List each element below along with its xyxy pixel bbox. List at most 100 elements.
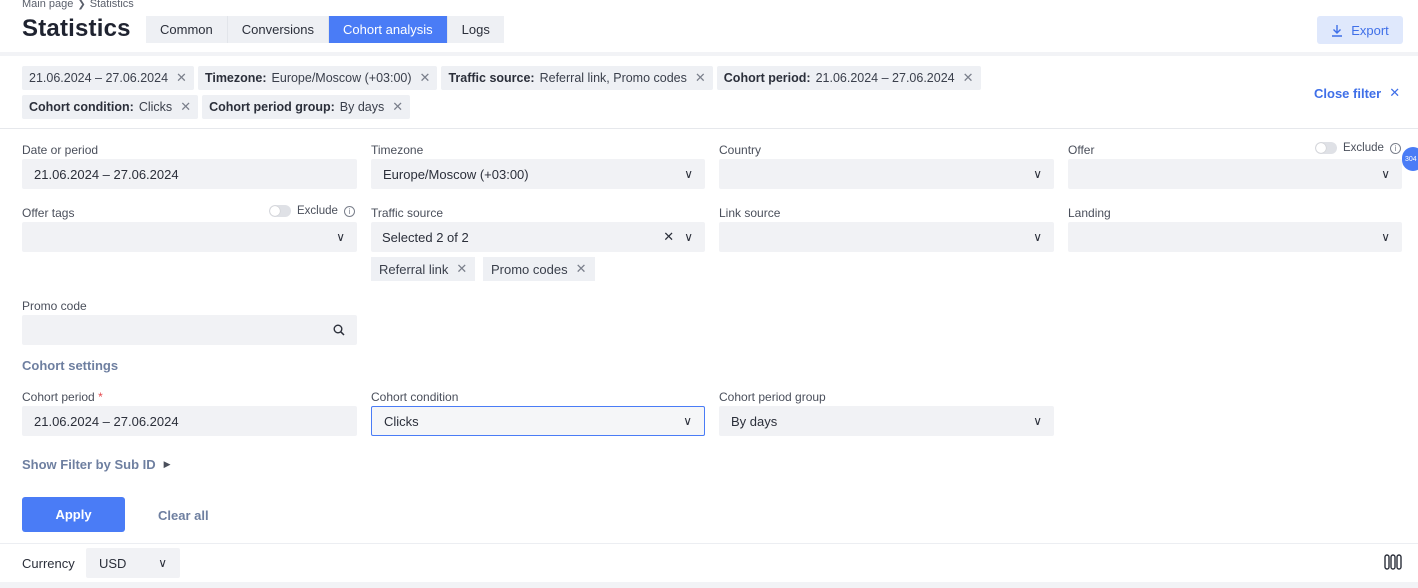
export-button[interactable]: Export <box>1317 16 1403 44</box>
close-icon[interactable]: ✕ <box>420 70 431 86</box>
bottom-divider <box>0 543 1418 544</box>
tag-label: Promo codes <box>491 261 568 277</box>
timezone-label: Timezone <box>371 143 424 157</box>
promo-code-label: Promo code <box>22 299 87 313</box>
chip-traffic-source-value: Referral link, Promo codes <box>539 71 687 85</box>
exclude-label: Exclude <box>297 205 338 217</box>
chip-timezone-key: Timezone: <box>204 71 267 85</box>
traffic-source-select[interactable]: Selected 2 of 2 ✕ ∨ <box>371 222 705 252</box>
tag-label: Referral link <box>379 261 449 277</box>
breadcrumb: Main page ❯ Statistics <box>22 0 134 10</box>
chip-cohort-period-group: Cohort period group: By days ✕ <box>202 95 411 119</box>
chevron-down-icon: ∨ <box>1381 167 1390 181</box>
close-icon[interactable]: ✕ <box>963 70 974 86</box>
show-filter-sub-id-label: Show Filter by Sub ID <box>22 457 156 472</box>
page-title: Statistics <box>22 15 131 42</box>
filter-divider <box>0 128 1418 129</box>
cohort-period-group-label: Cohort period group <box>719 390 826 404</box>
cohort-period-group-select[interactable]: By days ∨ <box>719 406 1054 436</box>
columns-icon[interactable] <box>1384 554 1402 570</box>
cohort-period-value: 21.06.2024 – 27.06.2024 <box>34 413 179 429</box>
close-icon[interactable]: ✕ <box>180 99 191 115</box>
download-icon <box>1332 24 1343 37</box>
info-icon[interactable]: i <box>1389 142 1401 154</box>
export-label: Export <box>1351 22 1389 38</box>
cohort-condition-value: Clicks <box>384 413 419 429</box>
notification-badge[interactable]: 304 <box>1402 147 1418 171</box>
breadcrumb-current: Statistics <box>89 0 134 10</box>
offer-label: Offer <box>1068 143 1095 157</box>
tab-cohort-analysis[interactable]: Cohort analysis <box>329 16 448 43</box>
link-source-select[interactable]: ∨ <box>719 222 1054 252</box>
search-icon <box>333 324 345 336</box>
chevron-down-icon: ∨ <box>1033 167 1042 181</box>
chip-cohort-condition-value: Clicks <box>138 100 173 114</box>
traffic-source-tag-referral: Referral link ✕ <box>371 257 476 281</box>
apply-button[interactable]: Apply <box>22 497 125 532</box>
clear-all-button[interactable]: Clear all <box>158 508 209 523</box>
tab-conversions[interactable]: Conversions <box>227 16 330 43</box>
caret-right-icon: ▶ <box>163 459 171 469</box>
tab-common[interactable]: Common <box>146 16 228 43</box>
cohort-period-group-value: By days <box>731 413 778 429</box>
offer-tags-exclude-toggle[interactable] <box>269 205 291 217</box>
tabs: Common Conversions Cohort analysis Logs <box>146 16 504 43</box>
offer-select[interactable]: ∨ <box>1068 159 1402 189</box>
chip-date: 21.06.2024 – 27.06.2024 ✕ <box>22 66 194 90</box>
currency-select[interactable]: USD ∨ <box>86 548 180 578</box>
date-label: Date or period <box>22 143 99 157</box>
offer-tags-exclude: Exclude i <box>269 205 355 217</box>
offer-exclude-toggle[interactable] <box>1315 142 1337 154</box>
cohort-period-label: Cohort period * <box>22 390 103 404</box>
close-icon[interactable]: ✕ <box>392 99 403 115</box>
chip-cohort-period-value: 21.06.2024 – 27.06.2024 <box>815 71 955 85</box>
show-filter-sub-id-toggle[interactable]: Show Filter by Sub ID ▶ <box>22 457 171 472</box>
chevron-down-icon: ∨ <box>1033 414 1042 428</box>
landing-select[interactable]: ∨ <box>1068 222 1402 252</box>
close-icon[interactable]: ✕ <box>695 70 706 86</box>
date-field[interactable]: 21.06.2024 – 27.06.2024 <box>22 159 357 189</box>
close-filter-label: Close filter <box>1314 85 1382 101</box>
promo-code-input[interactable] <box>22 315 357 345</box>
chip-traffic-source-key: Traffic source: <box>448 71 535 85</box>
chip-cohort-condition: Cohort condition: Clicks ✕ <box>22 95 199 119</box>
cohort-period-field[interactable]: 21.06.2024 – 27.06.2024 <box>22 406 357 436</box>
close-icon[interactable]: ✕ <box>456 261 467 277</box>
currency-value: USD <box>99 555 127 571</box>
breadcrumb-home[interactable]: Main page <box>22 0 73 10</box>
clear-icon[interactable]: ✕ <box>663 229 674 245</box>
tab-logs[interactable]: Logs <box>447 16 504 43</box>
active-filter-chips: 21.06.2024 – 27.06.2024 ✕ Timezone: Euro… <box>22 66 1292 124</box>
close-icon[interactable]: ✕ <box>176 70 187 86</box>
cohort-settings-title: Cohort settings <box>22 358 119 373</box>
offer-tags-select[interactable]: ∨ <box>22 222 357 252</box>
close-icon: ✕ <box>1389 85 1401 100</box>
close-filter-button[interactable]: Close filter ✕ <box>1314 85 1400 101</box>
timezone-value: Europe/Moscow (+03:00) <box>383 166 529 182</box>
country-select[interactable]: ∨ <box>719 159 1054 189</box>
cohort-condition-label: Cohort condition <box>371 390 459 404</box>
chip-cohort-period-group-value: By days <box>339 100 385 114</box>
chevron-down-icon: ∨ <box>158 556 167 570</box>
timezone-select[interactable]: Europe/Moscow (+03:00) ∨ <box>371 159 705 189</box>
chevron-down-icon: ∨ <box>684 167 693 181</box>
required-mark: * <box>98 390 103 404</box>
link-source-label: Link source <box>719 206 781 220</box>
traffic-source-tag-promo: Promo codes ✕ <box>483 257 595 281</box>
chip-timezone-value: Europe/Moscow (+03:00) <box>271 71 412 85</box>
chevron-down-icon: ∨ <box>683 414 692 428</box>
chip-date-value: 21.06.2024 – 27.06.2024 <box>29 71 169 85</box>
traffic-source-label: Traffic source <box>371 206 444 220</box>
info-icon[interactable]: i <box>343 205 355 217</box>
chip-cohort-condition-key: Cohort condition: <box>29 100 134 114</box>
cohort-condition-select[interactable]: Clicks ∨ <box>371 406 705 436</box>
chip-cohort-period-group-key: Cohort period group: <box>209 100 335 114</box>
cohort-period-label-text: Cohort period <box>22 390 95 404</box>
currency-label: Currency <box>22 556 75 571</box>
chevron-down-icon: ∨ <box>1381 230 1390 244</box>
exclude-label: Exclude <box>1343 142 1384 154</box>
table-header-band <box>0 582 1418 588</box>
landing-label: Landing <box>1068 206 1111 220</box>
chip-cohort-period-key: Cohort period: <box>723 71 811 85</box>
close-icon[interactable]: ✕ <box>576 261 587 277</box>
